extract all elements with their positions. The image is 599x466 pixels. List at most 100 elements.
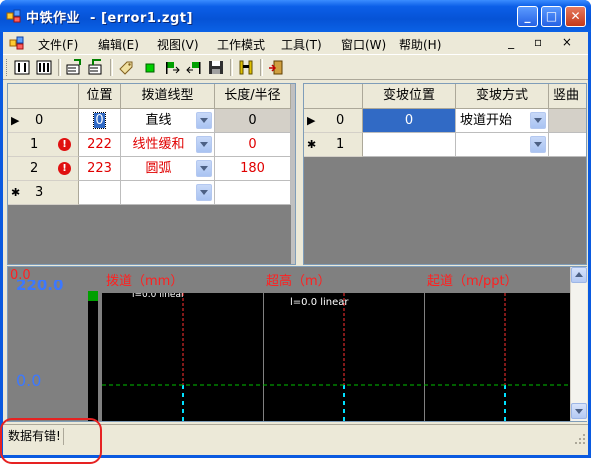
export-icon[interactable] xyxy=(87,59,105,76)
toolbar-grip[interactable] xyxy=(6,59,10,76)
column-header-grade-mode[interactable]: 变坡方式 xyxy=(456,84,549,109)
menu-window[interactable]: 窗口(W) xyxy=(341,36,386,53)
menu-work-mode[interactable]: 工作模式 xyxy=(217,36,265,53)
menu-bar: 文件(F) 编辑(E) 视图(V) 工作模式 工具(T) 窗口(W) 帮助(H)… xyxy=(3,32,588,54)
grid-corner xyxy=(8,84,79,109)
row-header[interactable]: 1! xyxy=(8,133,79,157)
plot-annotation: l=0.0 linear xyxy=(132,293,185,300)
resize-grip-icon[interactable] xyxy=(574,433,586,445)
profile-panel: 0.0 220.0 0.0 l=0.0 linear l=0.0 linear … xyxy=(7,266,587,422)
length-radius-cell[interactable]: 180 xyxy=(215,157,291,181)
row-header[interactable]: ✱ 1 xyxy=(304,133,363,157)
line-type-cell[interactable] xyxy=(121,181,215,205)
grade-mode-value: 坡道开始 xyxy=(460,113,513,128)
menu-edit[interactable]: 编辑(E) xyxy=(98,36,139,53)
error-icon[interactable]: ! xyxy=(58,162,71,175)
app-icon[interactable] xyxy=(6,8,22,24)
grid-a-icon[interactable] xyxy=(13,59,31,76)
row-header[interactable]: ✱ 3 xyxy=(8,181,79,205)
grade-mode-cell[interactable]: 坡道开始 xyxy=(456,109,549,133)
column-header-line-type[interactable]: 拨道线型 xyxy=(121,84,215,109)
row-header[interactable]: ▶ 0 xyxy=(304,109,363,133)
green-square-icon[interactable] xyxy=(141,59,159,76)
position-cell[interactable]: 222 xyxy=(79,133,121,157)
print-icon[interactable] xyxy=(237,59,255,76)
minimize-button[interactable]: _ xyxy=(517,6,538,27)
grade-position-cell[interactable]: 0 xyxy=(363,109,456,133)
mdi-window-controls[interactable]: _ ▫ × xyxy=(508,35,580,49)
vertical-curve-cell[interactable] xyxy=(549,109,586,133)
grid-b-icon[interactable] xyxy=(35,59,53,76)
length-radius-cell[interactable]: 0 xyxy=(215,133,291,157)
lining-label: 拨道（mm） xyxy=(106,274,184,289)
column-header-position[interactable]: 位置 xyxy=(79,84,121,109)
line-type-cell[interactable]: 线性缓和 xyxy=(121,133,215,157)
track-lining-plot[interactable]: l=0.0 linear xyxy=(102,293,263,421)
document-icon[interactable] xyxy=(9,36,25,50)
plot-annotation: l=0.0 linear xyxy=(290,297,349,308)
position-cell[interactable] xyxy=(79,181,121,205)
bottom-value-label: 0.0 xyxy=(16,371,42,390)
menu-tools[interactable]: 工具(T) xyxy=(281,36,322,53)
maximize-button[interactable]: □ xyxy=(541,6,562,27)
chevron-down-icon xyxy=(575,409,583,414)
grade-mode-cell[interactable] xyxy=(456,133,549,157)
dropdown-button[interactable] xyxy=(196,184,212,201)
position-input[interactable]: 0 xyxy=(93,112,106,129)
row-number: 0 xyxy=(35,113,44,128)
column-header-length-radius[interactable]: 长度/半径 xyxy=(215,84,291,109)
chevron-up-icon xyxy=(575,272,583,277)
toolbar-separator xyxy=(58,59,61,76)
line-type-value: 直线 xyxy=(145,113,172,128)
row-header[interactable]: ▶ 0 xyxy=(8,109,79,133)
value-axis-panel: 0.0 220.0 0.0 xyxy=(8,267,88,421)
window-title: 中铁作业 - [error1.zgt] xyxy=(26,11,193,26)
dropdown-button[interactable] xyxy=(196,136,212,153)
close-button[interactable]: ✕ xyxy=(565,6,586,27)
splitter-bar[interactable] xyxy=(291,84,295,264)
line-type-value: 线性缓和 xyxy=(132,137,185,152)
scroll-down-button[interactable] xyxy=(571,403,587,419)
error-icon[interactable]: ! xyxy=(58,138,71,151)
position-cell[interactable]: 0 xyxy=(79,109,121,133)
menu-file[interactable]: 文件(F) xyxy=(38,36,78,53)
flag-right-icon[interactable] xyxy=(185,59,203,76)
alignment-grid[interactable]: 位置 拨道线型 长度/半径 ▶ 0 0 直线 0 1! 222 线性缓和 0 2! 223 圆弧 180… xyxy=(7,83,296,265)
superelevation-plot[interactable]: l=0.0 linear xyxy=(264,293,424,421)
menu-help[interactable]: 帮助(H) xyxy=(399,36,441,53)
column-header-vertical-curve[interactable]: 竖曲 xyxy=(549,84,586,109)
line-type-cell[interactable]: 直线 xyxy=(121,109,215,133)
flag-left-icon[interactable] xyxy=(163,59,181,76)
gradient-grid[interactable]: 变坡位置 变坡方式 竖曲 ▶ 0 0 坡道开始 ✱ 1 xyxy=(303,83,587,265)
dropdown-button[interactable] xyxy=(530,136,546,153)
line-type-cell[interactable]: 圆弧 xyxy=(121,157,215,181)
lifting-plot[interactable] xyxy=(425,293,570,421)
row-indicator: ✱ xyxy=(11,186,21,199)
scroll-up-button[interactable] xyxy=(571,267,587,283)
save-icon[interactable] xyxy=(207,59,225,76)
menu-view[interactable]: 视图(V) xyxy=(157,36,199,53)
length-radius-cell[interactable] xyxy=(215,181,291,205)
vertical-curve-cell[interactable] xyxy=(549,133,586,157)
client-area: 文件(F) 编辑(E) 视图(V) 工作模式 工具(T) 窗口(W) 帮助(H)… xyxy=(3,32,588,455)
row-number: 0 xyxy=(336,113,345,128)
error-highlight-annotation xyxy=(0,418,102,464)
exit-icon[interactable] xyxy=(267,59,285,76)
row-indicator: ▶ xyxy=(11,114,20,127)
length-radius-cell[interactable]: 0 xyxy=(215,109,291,133)
dropdown-button[interactable] xyxy=(196,112,212,129)
dropdown-button[interactable] xyxy=(530,112,546,129)
row-number: 1 xyxy=(336,137,345,152)
toolbar-separator xyxy=(110,59,113,76)
tag-icon[interactable] xyxy=(117,59,135,76)
column-header-grade-position[interactable]: 变坡位置 xyxy=(363,84,456,109)
toolbar-separator xyxy=(230,59,233,76)
import-icon[interactable] xyxy=(65,59,83,76)
vertical-scrollbar[interactable] xyxy=(570,267,587,421)
title-bar[interactable]: 中铁作业 - [error1.zgt] _ □ ✕ xyxy=(0,0,591,32)
row-header[interactable]: 2! xyxy=(8,157,79,181)
grade-position-cell[interactable] xyxy=(363,133,456,157)
position-cell[interactable]: 223 xyxy=(79,157,121,181)
level-bar xyxy=(88,291,98,421)
dropdown-button[interactable] xyxy=(196,160,212,177)
